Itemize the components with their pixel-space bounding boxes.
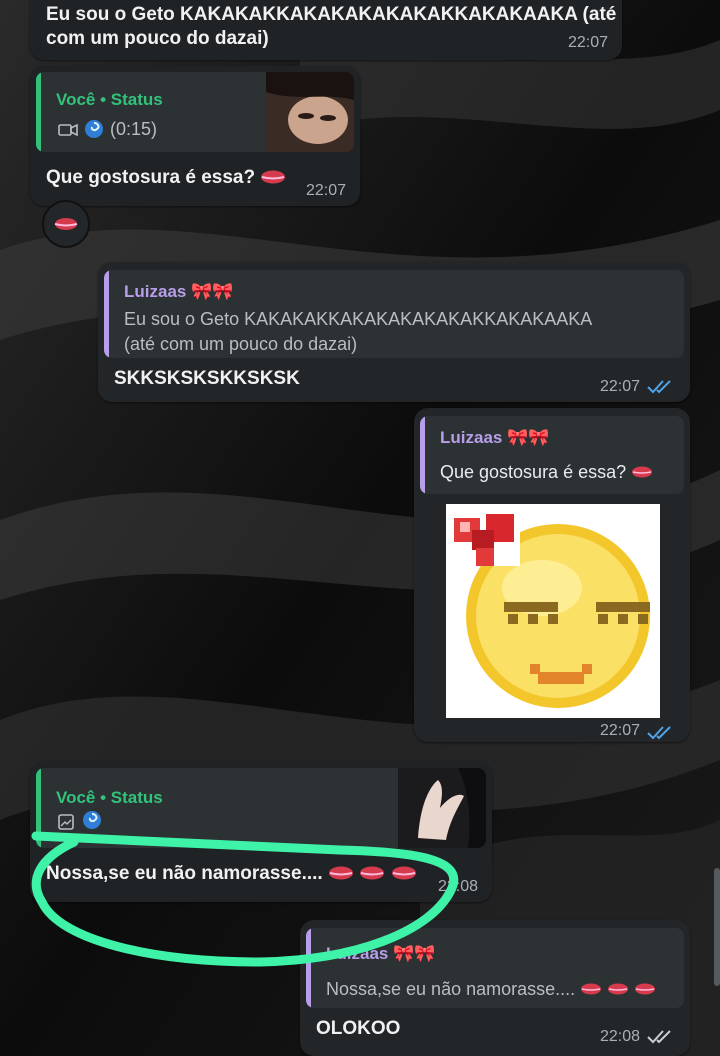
pixel-smiley-sticker[interactable] xyxy=(446,504,660,718)
status-reply-quote[interactable]: Você • Status xyxy=(36,768,486,848)
lips-emoji-icon xyxy=(54,218,78,230)
quote-text: Que gostosura é essa? xyxy=(440,460,653,485)
video-camera-icon xyxy=(58,123,78,142)
message-time: 22:08 xyxy=(599,1028,640,1045)
bow-emoji-icon: 🎀🎀 xyxy=(393,944,436,963)
cyclone-emoji-icon xyxy=(82,810,102,835)
message-text: OLOKOO xyxy=(316,1018,401,1039)
quote-author: Você • Status xyxy=(56,90,163,109)
lips-emoji-icon xyxy=(360,866,385,880)
message-time: 22:07 xyxy=(599,378,640,395)
status-thumbnail[interactable] xyxy=(398,768,486,848)
lips-emoji-icon xyxy=(581,983,602,995)
message-bubble-incoming[interactable]: Eu sou o Geto KAKAKAKKAKAKAKAKAKAKKAKAKA… xyxy=(30,0,622,60)
quote-accent-bar xyxy=(420,416,425,494)
quote-text: Nossa,se eu não namorasse.... xyxy=(326,977,656,1002)
bow-emoji-icon: 🎀🎀 xyxy=(191,282,234,301)
message-text: com um pouco do dazai) xyxy=(46,28,269,49)
message-time: 22:07 xyxy=(599,722,640,739)
lips-emoji-icon xyxy=(632,466,653,478)
reply-quote[interactable]: Luizaas 🎀🎀 Que gostosura é essa? xyxy=(420,416,684,494)
quote-author: Luizaas 🎀🎀 xyxy=(124,282,234,301)
delivered-checkmarks-icon xyxy=(647,1030,671,1044)
message-bubble-incoming[interactable]: Você • Status (0:15) Que gostosura é ess… xyxy=(30,66,360,206)
message-text: Nossa,se eu não namorasse.... xyxy=(46,861,417,886)
status-reply-quote[interactable]: Você • Status (0:15) xyxy=(36,72,354,152)
message-bubble-outgoing[interactable]: Luizaas 🎀🎀 Eu sou o Geto KAKAKAKKAKAKAKA… xyxy=(98,262,690,402)
lips-emoji-icon xyxy=(261,170,286,184)
lips-emoji-icon xyxy=(635,983,656,995)
lips-emoji-icon xyxy=(391,866,416,880)
message-text: Eu sou o Geto KAKAKAKKAKAKAKAKAKAKKAKAKA… xyxy=(46,4,617,25)
message-time: 22:07 xyxy=(305,182,346,199)
lips-emoji-icon xyxy=(608,983,629,995)
message-text: SKKSKSKSKKSKSK xyxy=(114,368,300,389)
quote-accent-bar xyxy=(104,270,109,358)
quote-author: Luizaas 🎀🎀 xyxy=(326,944,436,963)
message-bubble-outgoing[interactable]: Luizaas 🎀🎀 Que gostosura é essa? 22:07 xyxy=(414,408,690,742)
quote-text: (até com um pouco do dazai) xyxy=(124,334,358,354)
quote-accent-bar xyxy=(36,72,41,152)
quote-author: Você • Status xyxy=(56,788,163,807)
reply-quote[interactable]: Luizaas 🎀🎀 Eu sou o Geto KAKAKAKKAKAKAKA… xyxy=(104,270,684,358)
quote-text: Eu sou o Geto KAKAKAKKAKAKAKAKAKAKKAKAKA… xyxy=(124,309,593,329)
lips-emoji-icon xyxy=(328,866,353,880)
message-bubble-outgoing[interactable]: Luizaas 🎀🎀 Nossa,se eu não namorasse....… xyxy=(300,920,690,1056)
status-duration: (0:15) xyxy=(110,119,158,139)
cyclone-emoji-icon xyxy=(84,119,104,144)
quote-accent-bar xyxy=(306,928,311,1008)
read-checkmarks-icon xyxy=(647,380,671,394)
quote-accent-bar xyxy=(36,768,41,848)
message-time: 22:08 xyxy=(437,878,478,895)
scrollbar[interactable] xyxy=(714,868,720,986)
bow-emoji-icon: 🎀🎀 xyxy=(507,428,550,447)
message-time: 22:07 xyxy=(567,34,608,51)
image-icon xyxy=(58,814,74,835)
message-bubble-incoming[interactable]: Você • Status Nossa,se eu não namorasse.… xyxy=(30,762,492,902)
reaction-badge[interactable] xyxy=(42,200,90,248)
quote-author: Luizaas 🎀🎀 xyxy=(440,428,550,447)
message-text: Que gostosura é essa? xyxy=(46,165,286,190)
reply-quote[interactable]: Luizaas 🎀🎀 Nossa,se eu não namorasse.... xyxy=(306,928,684,1008)
read-checkmarks-icon xyxy=(647,726,671,740)
status-thumbnail[interactable] xyxy=(266,72,354,152)
